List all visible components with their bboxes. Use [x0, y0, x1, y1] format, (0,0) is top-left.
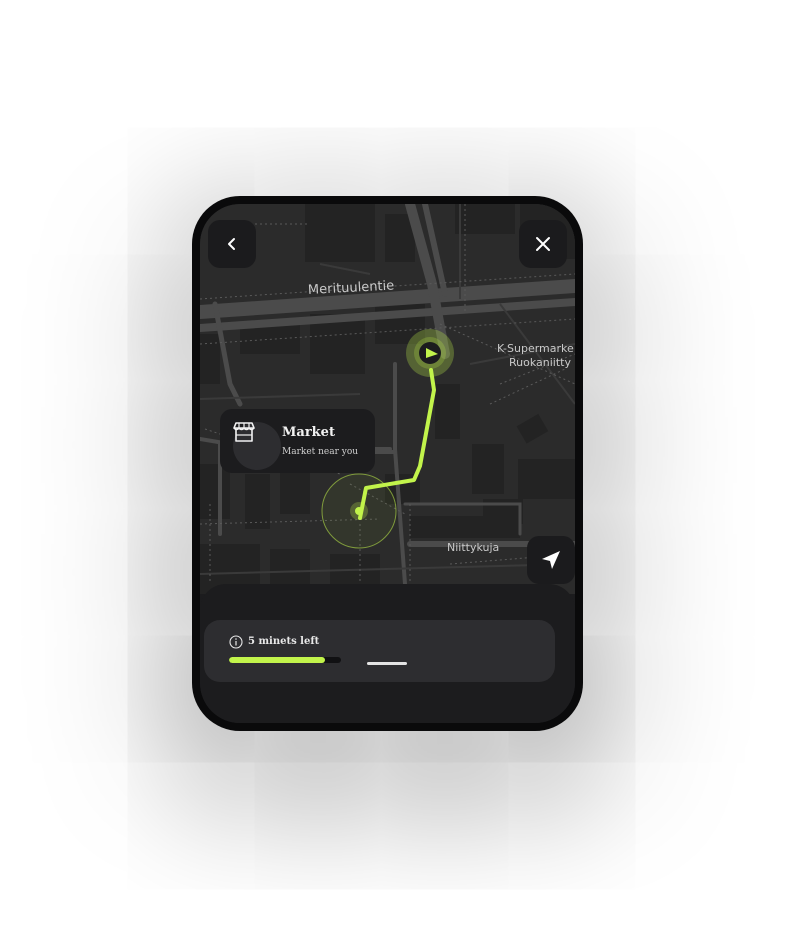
trip-progress-bar [229, 657, 341, 663]
map-canvas [200, 204, 575, 594]
poi-label: Ruokaniitty [509, 356, 571, 369]
place-title: Market [282, 425, 335, 440]
map-view[interactable]: Merituulentie Niittykuja K-Supermarke Ru… [200, 204, 575, 594]
app-screen: Merituulentie Niittykuja K-Supermarke Ru… [200, 204, 575, 723]
drag-handle[interactable] [367, 662, 407, 665]
close-button[interactable] [519, 220, 567, 268]
place-subtitle: Market near you [282, 447, 359, 457]
info-icon [229, 635, 243, 649]
poi-label: K-Supermarke [497, 342, 574, 355]
street-label: Niittykuja [447, 541, 500, 554]
trip-info-card[interactable]: 5 minets left [204, 620, 555, 682]
navigation-arrow-icon [542, 551, 560, 569]
place-card[interactable]: Market Market near you [220, 409, 375, 473]
navigate-button[interactable] [527, 536, 575, 584]
storefront-icon [233, 422, 255, 442]
trip-progress-fill [229, 657, 326, 663]
place-avatar [233, 422, 281, 470]
time-left-text: 5 minets left [248, 636, 320, 647]
close-icon [536, 237, 550, 251]
chevron-left-icon [228, 238, 235, 250]
back-button[interactable] [208, 220, 256, 268]
phone-frame: Merituulentie Niittykuja K-Supermarke Ru… [192, 196, 583, 731]
bottom-sheet: 5 minets left [200, 584, 575, 723]
